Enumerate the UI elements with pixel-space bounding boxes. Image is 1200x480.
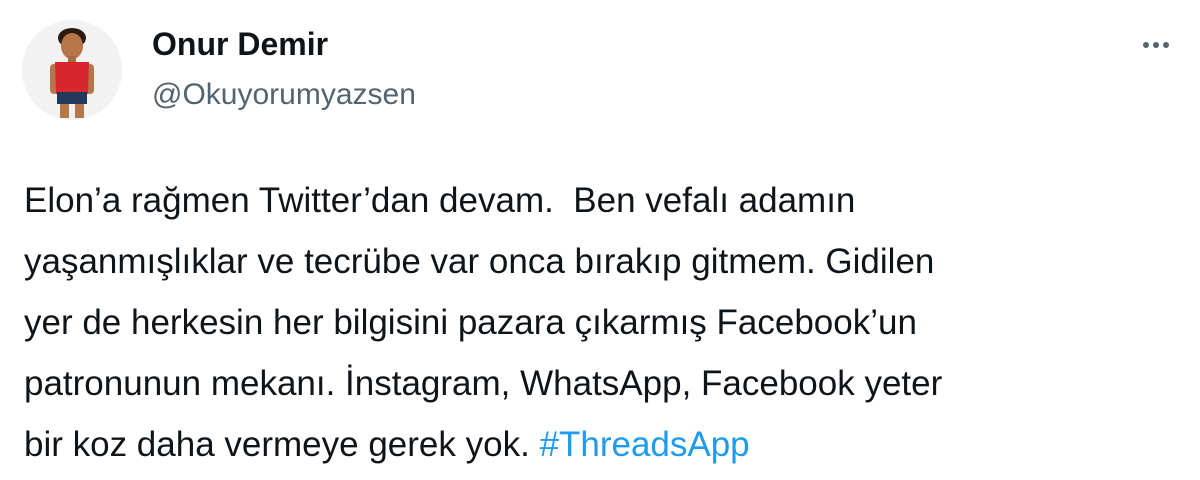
tweet-text-line: patronunun mekanı. İnstagram, WhatsApp, … [24, 364, 943, 403]
hashtag-link[interactable]: #ThreadsApp [540, 425, 750, 464]
more-options-button[interactable] [1136, 30, 1176, 60]
tweet-text: Elon’a rağmen Twitter’dan devam. Ben vef… [24, 170, 1184, 475]
tweet-text-line-last: bir koz daha vermeye gerek yok. #Threads… [24, 414, 1184, 475]
tweet-text-line: yer de herkesin her bilgisini pazara çık… [24, 303, 917, 342]
avatar-illustration [22, 20, 122, 120]
tweet-card: Onur Demir @Okuyorumyazsen Elon’a rağmen… [0, 0, 1200, 480]
avatar[interactable] [22, 20, 122, 120]
tweet-text-line: Elon’a rağmen Twitter’dan devam. Ben vef… [24, 181, 856, 220]
tweet-text-line: yaşanmışlıklar ve tecrübe var onca bırak… [24, 242, 935, 281]
user-handle[interactable]: @Okuyorumyazsen [152, 78, 416, 112]
tweet-text-segment: bir koz daha vermeye gerek yok. [24, 425, 540, 464]
display-name[interactable]: Onur Demir [152, 26, 328, 63]
more-horizontal-icon [1141, 42, 1171, 48]
